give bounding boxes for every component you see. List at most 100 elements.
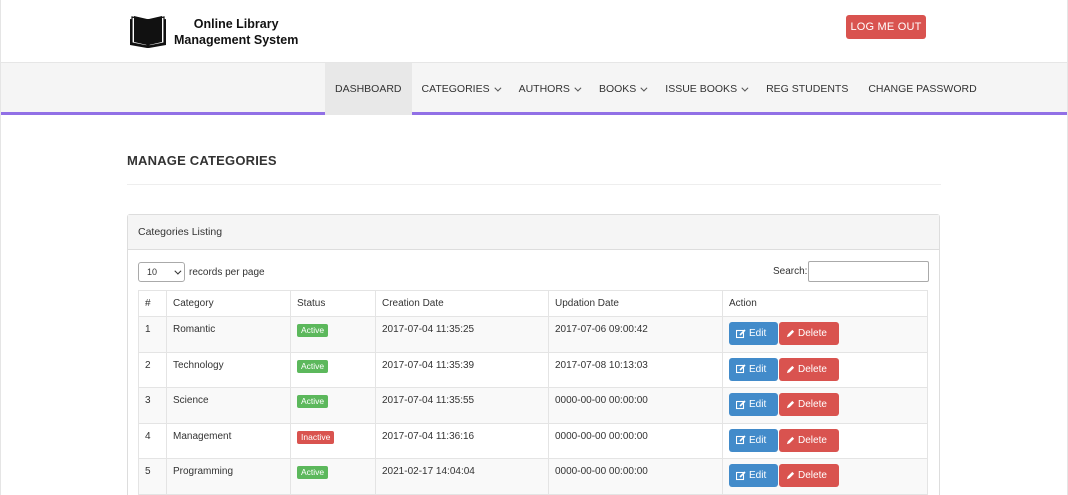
nav-item-change-password[interactable]: CHANGE PASSWORD — [858, 63, 986, 115]
nav-item-books[interactable]: BOOKS — [589, 63, 655, 115]
delete-button-label: Delete — [798, 434, 827, 446]
delete-button[interactable]: Delete — [779, 393, 839, 417]
edit-icon — [736, 328, 749, 339]
table-row: 2 Technology Active 2017-07-04 11:35:39 2017… — [138, 351, 928, 389]
title-divider — [127, 184, 941, 185]
edit-button[interactable]: Edit — [729, 464, 778, 488]
panel-heading: Categories Listing — [128, 215, 939, 250]
cell-category: Science — [166, 387, 291, 424]
chevron-down-icon — [640, 84, 648, 92]
status-badge: Active — [297, 466, 329, 480]
cell-action: Edit Delete — [722, 351, 928, 389]
column-header-number[interactable]: # — [138, 290, 167, 317]
cell-action: Edit Delete — [722, 316, 928, 353]
nav-item-label: REG STUDENTS — [766, 83, 849, 95]
column-header-creation-date[interactable]: Creation Date — [375, 290, 549, 317]
edit-button-label: Edit — [749, 328, 767, 339]
edit-icon — [736, 471, 749, 481]
delete-button-label: Delete — [798, 363, 827, 375]
nav-item-issue-books[interactable]: ISSUE BOOKS — [655, 63, 756, 115]
cell-status: Active — [290, 387, 376, 424]
cell-status: Active — [290, 458, 376, 495]
edit-icon — [736, 435, 749, 445]
categories-panel: Categories Listing 10 records per page S… — [127, 214, 940, 495]
nav-item-reg-students[interactable]: REG STUDENTS — [756, 63, 858, 115]
records-per-page-select[interactable]: 10 — [138, 262, 185, 282]
nav-item-label: AUTHORS — [518, 83, 570, 95]
nav-item-label: DASHBOARD — [335, 83, 402, 95]
edit-button[interactable]: Edit — [729, 428, 778, 452]
cell-updation-date: 2017-07-06 09:00:42 — [548, 316, 723, 353]
table-row: 3 Science Active 2017-07-04 11:35:55 0000-00… — [138, 387, 928, 424]
column-header-updation-date[interactable]: Updation Date — [548, 290, 723, 317]
cell-category: Management — [166, 422, 291, 460]
delete-button[interactable]: Delete — [779, 322, 839, 345]
search-input[interactable] — [808, 261, 930, 282]
cell-creation-date: 2017-07-04 11:35:25 — [375, 316, 549, 353]
nav-item-label: CATEGORIES — [421, 83, 490, 95]
delete-button-label: Delete — [798, 399, 827, 411]
delete-button[interactable]: Delete — [779, 357, 839, 381]
cell-creation-date: 2017-07-04 11:35:55 — [375, 387, 549, 424]
nav-item-label: ISSUE BOOKS — [665, 83, 738, 95]
cell-updation-date: 2017-07-08 10:13:03 — [548, 351, 723, 389]
chevron-down-icon — [741, 84, 749, 92]
delete-button-label: Delete — [798, 470, 827, 482]
chevron-down-icon — [574, 84, 582, 92]
main-navbar: DASHBOARD CATEGORIES AUTHORS BOOKS ISSUE BOO… — [1, 63, 1067, 115]
cell-creation-date: 2017-07-04 11:35:39 — [375, 351, 549, 389]
edit-button-label: Edit — [749, 434, 767, 446]
nav-item-label: CHANGE PASSWORD — [868, 83, 977, 95]
status-badge: Active — [297, 395, 329, 409]
table-row: 5 Programming Active 2021-02-17 14:04:04 000… — [138, 458, 928, 495]
records-per-page-label: records per page — [189, 266, 265, 278]
cell-number: 1 — [138, 316, 167, 353]
cell-number: 4 — [138, 422, 167, 460]
page: Online Library Management System LOG ME … — [0, 0, 1068, 495]
cell-category: Technology — [166, 351, 291, 389]
edit-button[interactable]: Edit — [729, 322, 778, 345]
pencil-icon — [786, 436, 798, 445]
categories-table: # Category Status Creation Date Updation… — [138, 290, 928, 495]
nav-item-label: BOOKS — [598, 83, 637, 95]
site-name-line1: Online Library — [193, 17, 279, 31]
nav-item-dashboard[interactable]: DASHBOARD — [325, 63, 412, 115]
edit-button[interactable]: Edit — [729, 357, 778, 381]
delete-button[interactable]: Delete — [779, 428, 839, 452]
site-name-line2: Management System — [174, 33, 299, 47]
cell-action: Edit Delete — [722, 387, 928, 424]
delete-button-label: Delete — [798, 328, 827, 339]
records-per-page: 10 records per page — [138, 262, 265, 282]
column-header-action[interactable]: Action — [722, 290, 928, 317]
edit-icon — [736, 400, 749, 410]
cell-status: Active — [290, 316, 376, 353]
cell-updation-date: 0000-00-00 00:00:00 — [548, 387, 723, 424]
column-header-status[interactable]: Status — [290, 290, 376, 317]
nav-menu: DASHBOARD CATEGORIES AUTHORS BOOKS ISSUE BOO… — [325, 63, 987, 115]
edit-button-label: Edit — [749, 470, 767, 482]
top-header: Online Library Management System LOG ME … — [1, 0, 1067, 63]
cell-action: Edit Delete — [722, 422, 928, 460]
book-icon — [128, 14, 168, 50]
chevron-down-icon — [174, 267, 182, 275]
delete-button[interactable]: Delete — [779, 464, 839, 488]
chevron-down-icon — [493, 84, 502, 92]
nav-item-authors[interactable]: AUTHORS — [509, 63, 589, 115]
table-search: Search: — [773, 261, 930, 282]
table-body: 1 Romantic Active 2017-07-04 11:35:25 2017-0… — [138, 316, 928, 495]
table-header-row: # Category Status Creation Date Updation… — [138, 290, 928, 317]
cell-number: 5 — [138, 458, 167, 495]
table-row: 1 Romantic Active 2017-07-04 11:35:25 2017-0… — [138, 316, 928, 353]
cell-number: 2 — [138, 351, 167, 389]
pencil-icon — [786, 471, 798, 480]
status-badge: Active — [297, 359, 329, 373]
cell-category: Programming — [166, 458, 291, 495]
edit-button[interactable]: Edit — [729, 393, 778, 417]
logout-button[interactable]: LOG ME OUT — [846, 15, 926, 39]
edit-icon — [736, 364, 749, 374]
edit-button-label: Edit — [749, 363, 767, 375]
column-header-category[interactable]: Category — [166, 290, 291, 317]
site-logo[interactable]: Online Library Management System — [128, 14, 298, 50]
cell-status: Active — [290, 351, 376, 389]
nav-item-categories[interactable]: CATEGORIES — [412, 63, 509, 115]
